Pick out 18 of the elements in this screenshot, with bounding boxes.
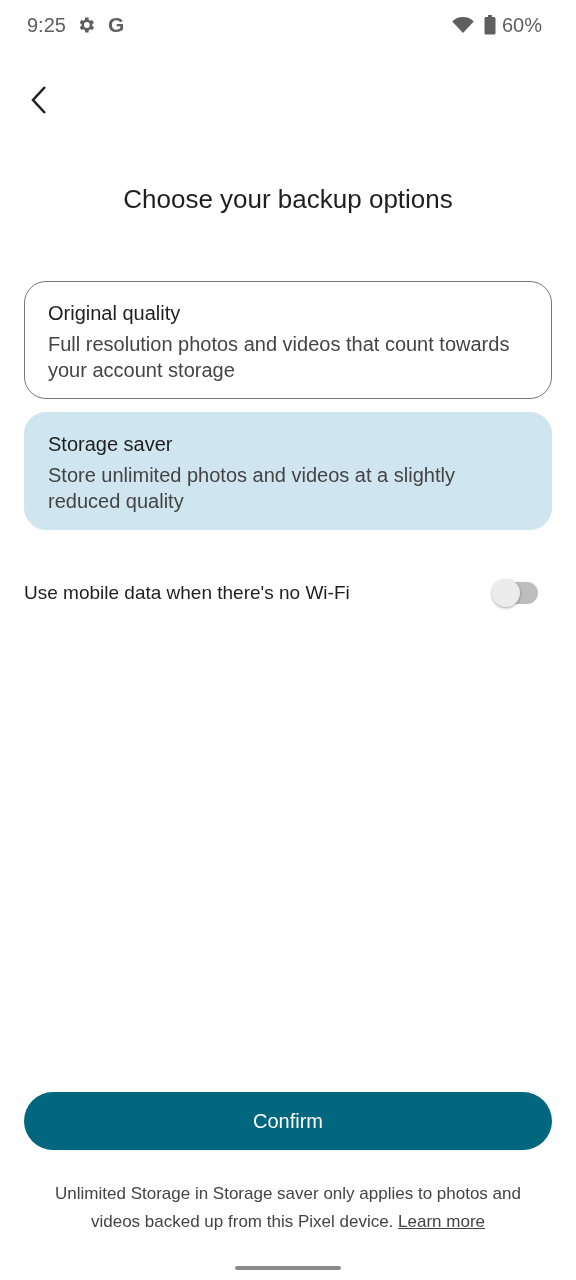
wifi-icon: [451, 16, 474, 34]
home-indicator[interactable]: [235, 1266, 341, 1270]
confirm-button[interactable]: Confirm: [24, 1092, 552, 1150]
backup-option-card[interactable]: Original quality Full resolution photos and videos that count towards your account storage: [24, 281, 552, 399]
battery-percent: 60%: [501, 13, 542, 37]
option-description: Store unlimited photos and videos at a slightly reduced quality: [48, 463, 456, 514]
footnote: Unlimited Storage in Storage saver only applies to photos and videos backed up from this Pixel device. Learn more: [54, 1183, 522, 1233]
backup-option-card[interactable]: Storage saver Store unlimited photos and videos at a slightly reduced quality: [24, 412, 552, 530]
toggle-switch[interactable]: [494, 582, 538, 604]
battery-icon: [483, 15, 496, 35]
setting-label: Use mobile data when there's no Wi-Fi: [24, 582, 351, 604]
option-title: Storage saver: [48, 433, 174, 456]
page-title: Choose your backup options: [122, 184, 454, 215]
google-mark: G: [107, 13, 125, 37]
option-description: Full resolution photos and videos that count towards your account storage: [48, 332, 511, 383]
option-title: Original quality: [48, 302, 182, 325]
clock: 9:25: [27, 13, 66, 37]
learn-more-link[interactable]: Learn more: [398, 1212, 485, 1231]
